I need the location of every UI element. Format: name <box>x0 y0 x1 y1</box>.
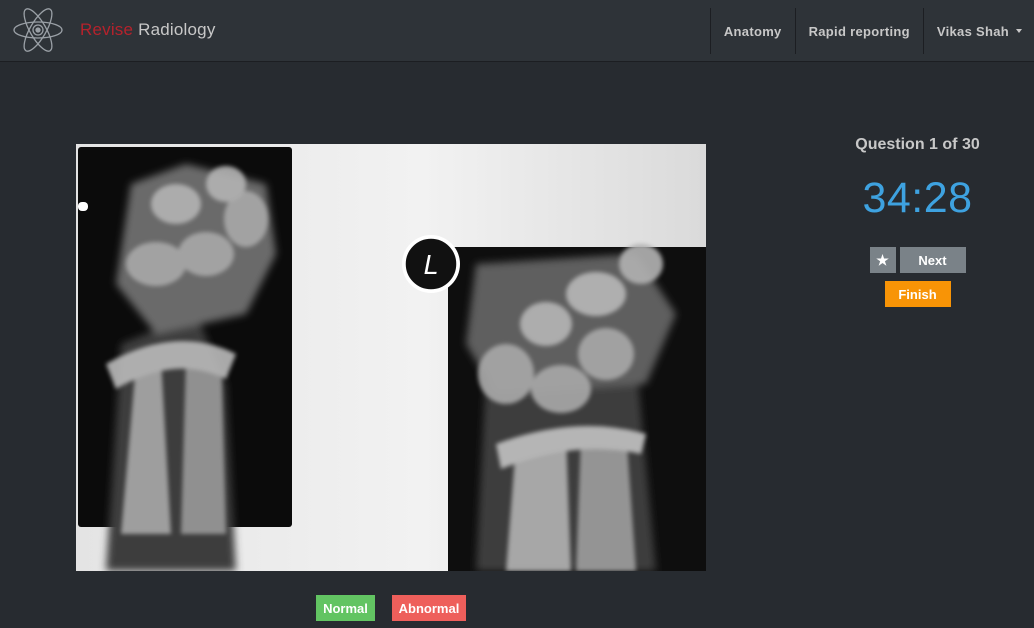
answer-buttons: Normal Abnormal <box>0 595 1034 621</box>
question-counter: Question 1 of 30 <box>855 136 980 153</box>
nav-menu: Anatomy Rapid reporting Vikas Shah <box>709 8 1034 54</box>
user-menu-dropdown[interactable]: Vikas Shah <box>922 8 1034 54</box>
brand-link[interactable]: Revise Radiology <box>10 6 216 54</box>
star-icon: ★ <box>876 251 889 268</box>
question-nav-buttons: ★ Next <box>820 247 1015 273</box>
quiz-side-panel: Question 1 of 30 34:28 ★ Next Finish <box>820 132 1015 307</box>
atom-icon <box>10 6 66 54</box>
top-navbar: Revise Radiology Anatomy Rapid reporting… <box>0 0 1034 62</box>
next-button[interactable]: Next <box>899 247 966 273</box>
brand-name-part2: Radiology <box>138 20 216 39</box>
user-name: Vikas Shah <box>936 23 1009 39</box>
nav-item-anatomy[interactable]: Anatomy <box>709 8 795 54</box>
brand-name-part1: Revise <box>80 20 134 39</box>
normal-button[interactable]: Normal <box>316 595 375 621</box>
abnormal-button[interactable]: Abnormal <box>392 595 466 621</box>
brand-name: Revise Radiology <box>80 20 216 40</box>
image-side-marker: L <box>424 251 439 281</box>
nav-item-rapid-reporting[interactable]: Rapid reporting <box>794 8 923 54</box>
star-button[interactable]: ★ <box>869 247 896 273</box>
radiograph-image[interactable]: L <box>76 144 706 571</box>
countdown-timer: 34:28 <box>862 174 973 222</box>
finish-button[interactable]: Finish <box>884 281 951 307</box>
chevron-down-icon <box>1016 29 1022 33</box>
